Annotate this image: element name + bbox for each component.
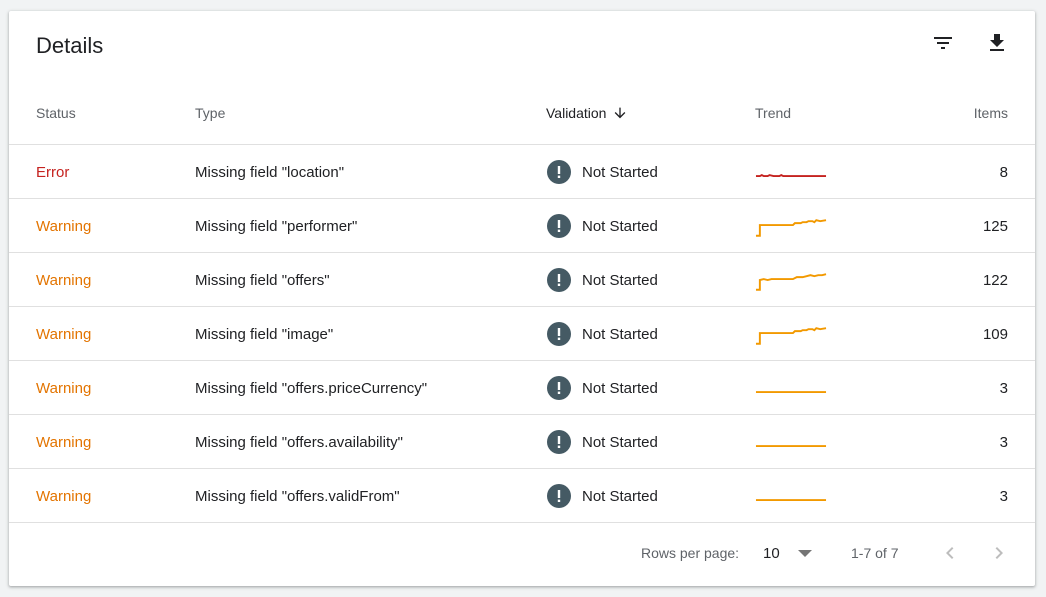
chevron-right-icon [995, 547, 1003, 559]
validation-label: Not Started [582, 379, 658, 397]
rows-per-page-select[interactable]: 10 [763, 532, 812, 574]
type-cell: Missing field "performer" [195, 217, 358, 235]
status-cell: Warning [36, 271, 92, 289]
table-row[interactable]: Warning Missing field "offers.priceCurre… [9, 361, 1035, 415]
column-header-items[interactable]: Items [974, 105, 1008, 121]
trend-cell [755, 145, 827, 199]
type-cell: Missing field "image" [195, 325, 334, 343]
status-cell: Warning [36, 217, 92, 235]
items-cell: 125 [982, 217, 1008, 235]
validation-label: Not Started [582, 325, 658, 343]
exclamation-icon [547, 430, 571, 454]
exclamation-icon [547, 376, 571, 400]
validation-label: Not Started [582, 163, 658, 181]
exclamation-icon [547, 214, 571, 238]
trend-sparkline [755, 327, 827, 345]
exclamation-icon [547, 160, 571, 184]
exclamation-icon [547, 484, 571, 508]
card-title: Details [36, 33, 104, 58]
items-cell: 8 [999, 163, 1008, 181]
validation-cell: Not Started [547, 199, 658, 253]
pagination-range: 1-7 of 7 [851, 545, 899, 561]
validation-label: Not Started [582, 217, 658, 235]
trend-sparkline [755, 219, 827, 237]
footer-divider [9, 522, 1035, 523]
validation-label: Not Started [582, 271, 658, 289]
type-cell: Missing field "location" [195, 163, 345, 181]
rows-per-page-value: 10 [763, 544, 780, 562]
trend-cell [755, 307, 827, 361]
validation-cell: Not Started [547, 469, 658, 523]
trend-sparkline [755, 273, 827, 291]
trend-cell [755, 253, 827, 307]
status-cell: Error [36, 163, 70, 181]
exclamation-icon [547, 268, 571, 292]
previous-page-button[interactable] [934, 537, 966, 569]
items-cell: 122 [982, 271, 1008, 289]
next-page-button[interactable] [983, 537, 1015, 569]
trend-cell [755, 199, 827, 253]
status-cell: Warning [36, 379, 92, 397]
details-card: Details Status Type Validation Trend Ite… [9, 11, 1035, 586]
status-cell: Warning [36, 325, 92, 343]
trend-cell [755, 469, 827, 523]
column-header-validation-label: Validation [546, 105, 607, 121]
chevron-left-icon [946, 547, 954, 559]
trend-cell [755, 361, 827, 415]
rows-per-page-label: Rows per page: [641, 545, 740, 561]
validation-cell: Not Started [547, 361, 658, 415]
trend-cell [755, 415, 827, 469]
type-cell: Missing field "offers.validFrom" [195, 487, 400, 505]
status-cell: Warning [36, 433, 92, 451]
trend-sparkline [755, 174, 827, 178]
table-row[interactable]: Warning Missing field "performer" Not St… [9, 199, 1035, 253]
filter-button[interactable] [927, 27, 959, 59]
trend-sparkline [755, 391, 827, 394]
validation-cell: Not Started [547, 253, 658, 307]
filter-icon [934, 37, 952, 49]
type-cell: Missing field "offers.priceCurrency" [195, 379, 428, 397]
download-icon [990, 34, 1004, 51]
table-row[interactable]: Error Missing field "location" Not Start… [9, 145, 1035, 199]
table-row[interactable]: Warning Missing field "image" Not Starte… [9, 307, 1035, 361]
items-cell: 3 [999, 379, 1008, 397]
validation-label: Not Started [582, 487, 658, 505]
type-cell: Missing field "offers" [195, 271, 330, 289]
trend-sparkline [755, 445, 827, 448]
validation-cell: Not Started [547, 307, 658, 361]
trend-sparkline [755, 499, 827, 502]
column-header-type[interactable]: Type [195, 105, 225, 121]
dropdown-arrow-icon [797, 550, 812, 557]
type-cell: Missing field "offers.availability" [195, 433, 403, 451]
table-row[interactable]: Warning Missing field "offers.validFrom"… [9, 469, 1035, 523]
column-header-validation[interactable]: Validation [546, 105, 628, 121]
pagination-footer: Rows per page: 10 1-7 of 7 [9, 532, 1035, 586]
arrow-down-icon [615, 107, 626, 119]
download-button[interactable] [981, 27, 1013, 59]
table-row[interactable]: Warning Missing field "offers" Not Start… [9, 253, 1035, 307]
table-row[interactable]: Warning Missing field "offers.availabili… [9, 415, 1035, 469]
validation-cell: Not Started [547, 415, 658, 469]
validation-cell: Not Started [547, 145, 658, 199]
items-cell: 3 [999, 433, 1008, 451]
exclamation-icon [547, 322, 571, 346]
validation-label: Not Started [582, 433, 658, 451]
status-cell: Warning [36, 487, 92, 505]
items-cell: 3 [999, 487, 1008, 505]
column-header-trend: Trend [755, 105, 792, 121]
items-cell: 109 [982, 325, 1008, 343]
column-header-status[interactable]: Status [36, 105, 76, 121]
